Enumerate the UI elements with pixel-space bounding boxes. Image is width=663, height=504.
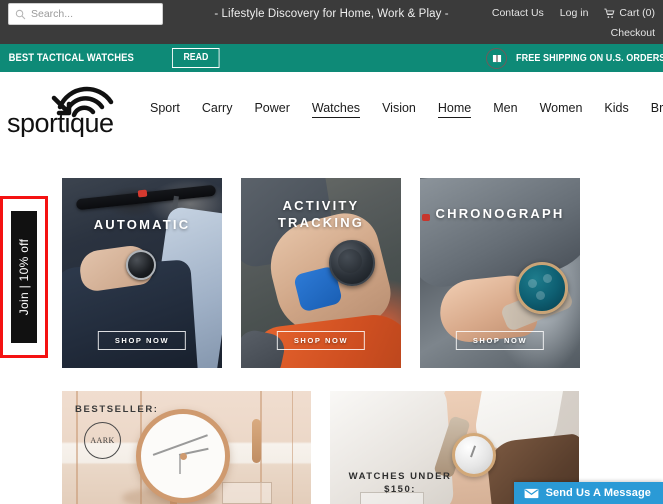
nav-item-carry[interactable]: Carry — [202, 101, 233, 118]
content-area: AUTOMATIC SHOP NOW ACTIVITY TRACKING SHO… — [0, 178, 663, 504]
promo-read-button[interactable]: READ — [171, 48, 220, 68]
category-card-chronograph[interactable]: CHRONOGRAPH SHOP NOW — [420, 178, 580, 368]
site-header: sportique Sport Carry Power Watches Visi… — [0, 72, 663, 147]
subdial — [536, 291, 545, 300]
chat-widget-label: Send Us A Message — [545, 487, 651, 499]
join-promo-label: Join | 10% off — [17, 238, 32, 316]
wristwatch — [126, 250, 156, 280]
promo-banner-title: BEST TACTICAL WATCHES — [8, 52, 134, 64]
subdial — [543, 274, 552, 283]
nav-item-sport[interactable]: Sport — [150, 101, 180, 118]
join-promo-inner: Join | 10% off — [11, 211, 37, 343]
gift-box-icon — [486, 47, 508, 69]
promo-banner: BEST TACTICAL WATCHES READ FREE SHIPPING… — [0, 44, 663, 72]
motorcycle-handlebar — [75, 184, 217, 211]
card-title: BESTSELLER: — [75, 404, 159, 415]
send-us-a-message-widget[interactable]: Send Us A Message — [513, 482, 663, 504]
sportique-logo[interactable]: sportique — [4, 81, 124, 137]
card-title: CHRONOGRAPH — [435, 206, 565, 221]
aark-brand-badge: AARK — [84, 422, 121, 459]
category-card-automatic[interactable]: AUTOMATIC SHOP NOW — [62, 178, 222, 368]
category-card-bestseller[interactable]: AARK BESTSELLER: — [62, 391, 311, 504]
envelope-icon — [524, 488, 538, 498]
card-title: AUTOMATIC — [93, 217, 191, 232]
nav-item-kids[interactable]: Kids — [604, 101, 628, 118]
shop-now-button[interactable]: SHOP NOW — [455, 330, 545, 350]
top-utility-bar: - Lifestyle Discovery for Home, Work & P… — [0, 0, 663, 44]
bestseller-watch — [136, 409, 230, 503]
product-box — [222, 482, 272, 504]
log-in-link[interactable]: Log in — [560, 4, 589, 23]
nav-item-women[interactable]: Women — [540, 101, 583, 118]
cart-label: Cart (0) — [619, 7, 655, 19]
shop-now-button[interactable]: SHOP NOW — [97, 330, 187, 350]
watch-hand — [470, 445, 476, 458]
free-shipping-text: FREE SHIPPING ON U.S. ORDERS $7 — [516, 52, 663, 64]
join-promo-tab[interactable]: Join | 10% off — [0, 196, 48, 358]
watch-hand-minute — [152, 434, 208, 456]
page-root: - Lifestyle Discovery for Home, Work & P… — [0, 0, 663, 504]
card-title: ACTIVITY TRACKING — [277, 198, 365, 230]
subdial — [528, 279, 537, 288]
nav-item-men[interactable]: Men — [493, 101, 517, 118]
shop-now-button[interactable]: SHOP NOW — [276, 330, 366, 350]
contact-us-link[interactable]: Contact Us — [492, 4, 544, 23]
card-title: WATCHES UNDER $150: — [348, 471, 452, 495]
brake-light — [137, 189, 148, 198]
nav-item-watches[interactable]: Watches — [311, 101, 361, 118]
nav-item-power[interactable]: Power — [254, 101, 289, 118]
promo-banner-left: BEST TACTICAL WATCHES READ — [0, 44, 226, 72]
shopping-cart-icon — [604, 8, 615, 18]
chronograph-watch — [516, 262, 568, 314]
nav-item-vision[interactable]: Vision — [382, 101, 416, 118]
category-row-top: AUTOMATIC SHOP NOW ACTIVITY TRACKING SHO… — [62, 178, 601, 368]
nav-item-home[interactable]: Home — [437, 101, 472, 118]
promo-banner-right: FREE SHIPPING ON U.S. ORDERS $7 — [486, 44, 663, 72]
site-tagline: - Lifestyle Discovery for Home, Work & P… — [214, 8, 449, 20]
svg-text:sportique: sportique — [7, 108, 114, 137]
search-input[interactable] — [31, 8, 156, 20]
wooden-rod — [252, 419, 261, 463]
checkout-link[interactable]: Checkout — [611, 27, 655, 39]
search-box[interactable] — [8, 3, 163, 25]
nav-item-brands[interactable]: Brands — [651, 101, 663, 118]
sport-watch — [329, 240, 375, 286]
cart-link[interactable]: Cart (0) — [604, 4, 655, 23]
watch-face — [338, 249, 362, 273]
main-nav: Sport Carry Power Watches Vision Home Me… — [150, 101, 663, 118]
search-icon — [15, 9, 26, 19]
utility-links: Contact Us Log in Cart (0) Checkout — [492, 4, 655, 43]
decor-line — [291, 391, 293, 504]
category-card-activity-tracking[interactable]: ACTIVITY TRACKING SHOP NOW — [241, 178, 401, 368]
watch-hub — [179, 452, 187, 460]
